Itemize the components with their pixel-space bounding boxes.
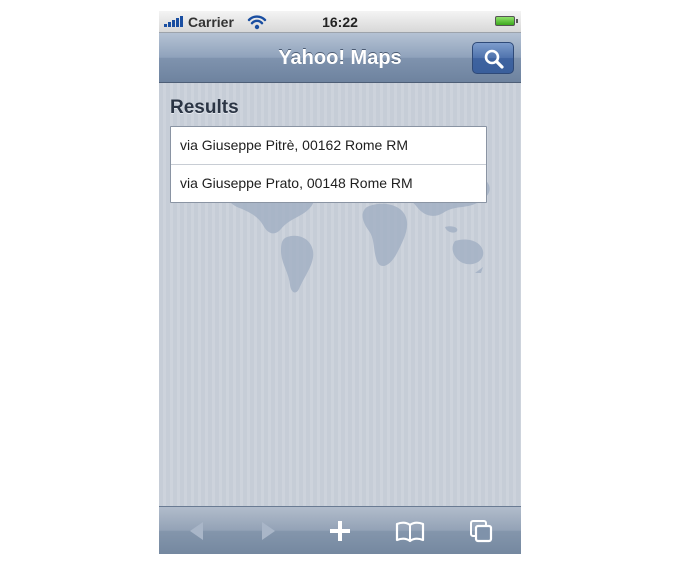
phone-screen: Carrier 16:22 Yahoo! Maps Results via Gi… (159, 11, 521, 554)
bookmarks-button[interactable] (394, 516, 426, 546)
clock: 16:22 (322, 14, 358, 30)
search-icon (484, 49, 504, 69)
list-item[interactable]: via Giuseppe Prato, 00148 Rome RM (171, 165, 486, 202)
toolbar (159, 506, 521, 554)
add-bookmark-button[interactable] (324, 516, 356, 546)
status-bar: Carrier 16:22 (159, 11, 521, 33)
battery-icon (495, 16, 518, 26)
bookmarks-icon (395, 521, 425, 543)
forward-button[interactable] (252, 516, 284, 546)
list-item[interactable]: via Giuseppe Pitrè, 00162 Rome RM (171, 127, 486, 165)
back-button[interactable] (181, 516, 213, 546)
add-icon (330, 521, 350, 541)
search-button[interactable] (472, 42, 514, 74)
results-list: via Giuseppe Pitrè, 00162 Rome RM via Gi… (170, 126, 487, 203)
pages-button[interactable] (465, 516, 497, 546)
page-title: Yahoo! Maps (278, 47, 402, 69)
forward-arrow-icon (262, 522, 275, 540)
nav-bar: Yahoo! Maps (159, 33, 521, 83)
results-heading: Results (170, 97, 239, 118)
pages-icon (470, 520, 493, 543)
back-arrow-icon (190, 522, 203, 540)
